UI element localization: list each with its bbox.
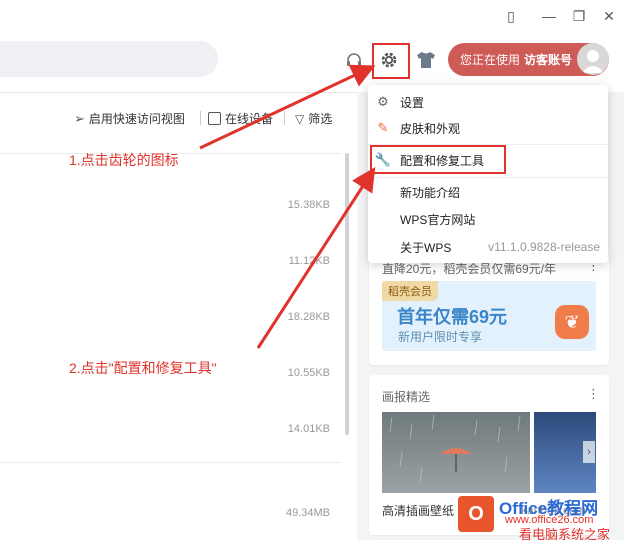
annotation-step-2: 2.点击"配置和修复工具": [69, 360, 217, 376]
watermark-logo-icon: O: [458, 496, 494, 532]
arrow-to-gear: [199, 64, 376, 150]
annotation-step-1: 1.点击齿轮的图标: [69, 152, 179, 168]
arrow-to-repair-tool: [256, 166, 376, 349]
annotation-arrows: [199, 64, 376, 349]
watermark-site-text: 看电脑系统之家: [519, 527, 611, 542]
